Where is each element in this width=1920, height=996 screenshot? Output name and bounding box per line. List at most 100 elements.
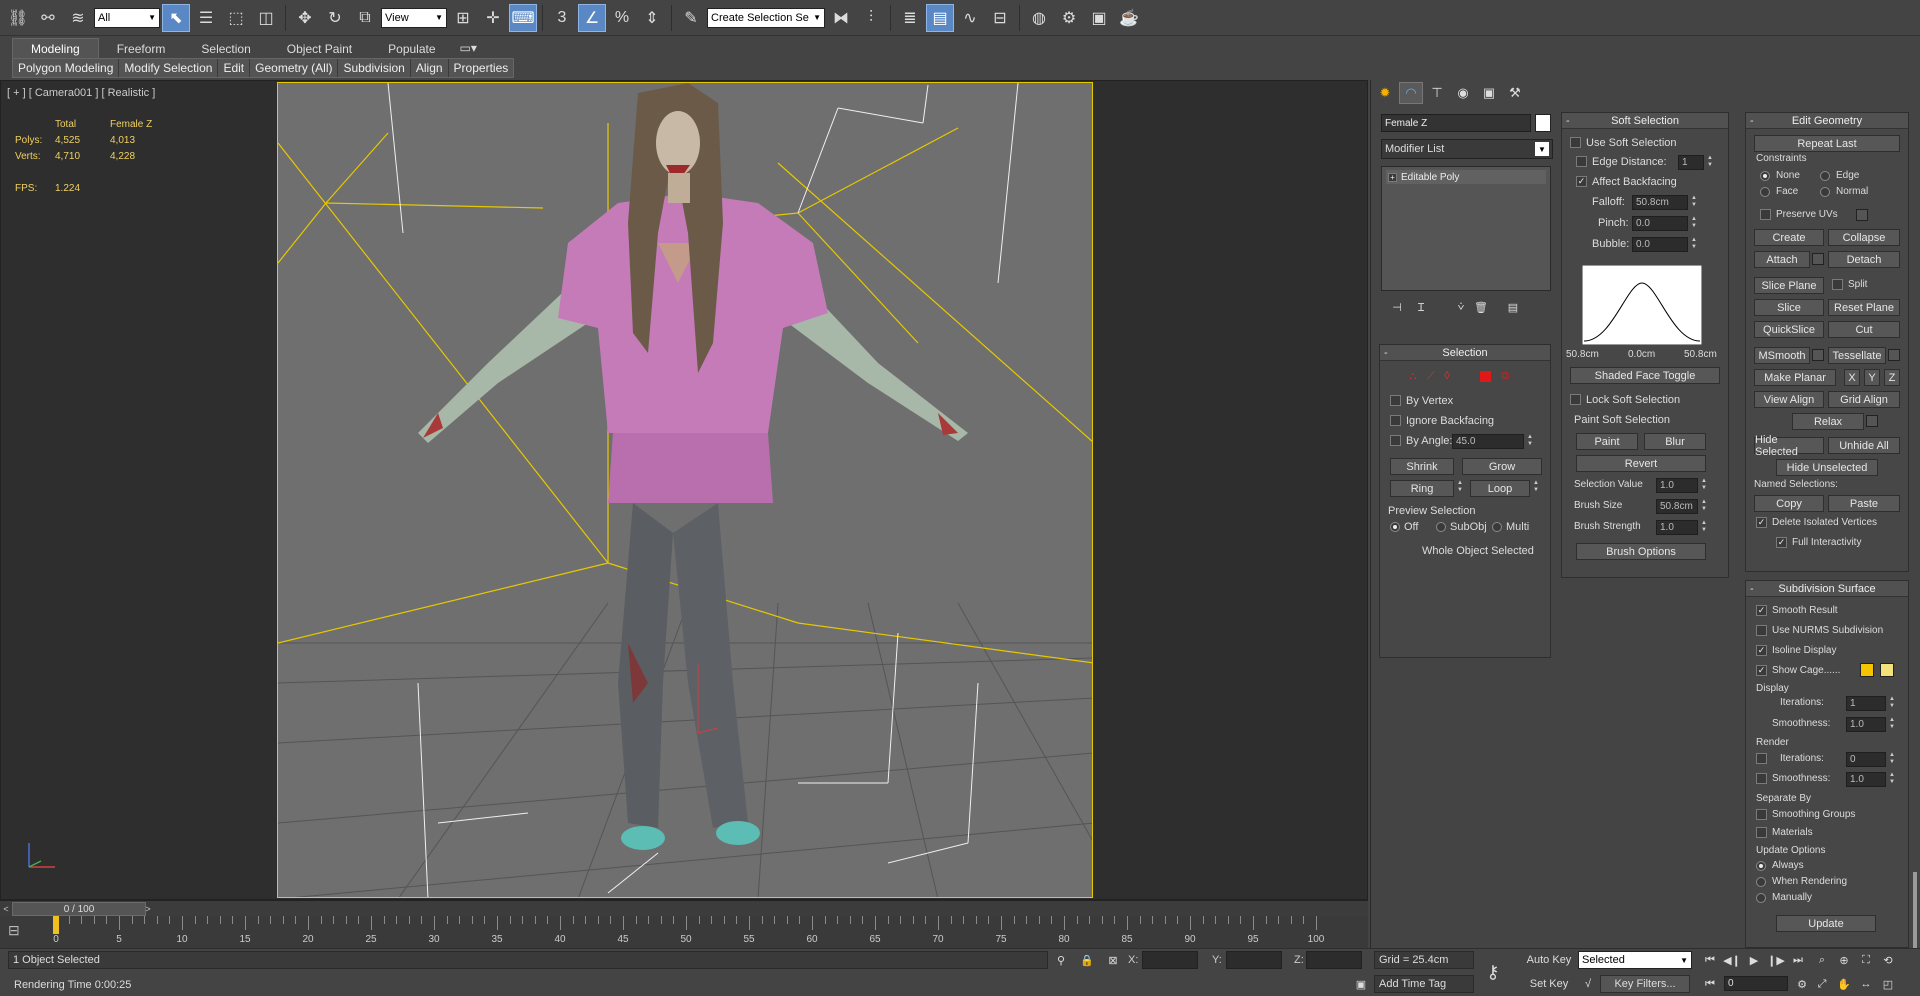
display-smoothness-input[interactable]: 1.0 <box>1846 717 1886 732</box>
tessellate-button[interactable]: Tessellate <box>1828 347 1886 364</box>
set-key-button[interactable]: Set Key <box>1524 975 1574 993</box>
selection-value-spinner-icon[interactable]: ▲ ▼ <box>1700 478 1708 493</box>
reset-plane-button[interactable]: Reset Plane <box>1828 299 1900 316</box>
utilities-tab-icon[interactable]: ⚒ <box>1503 82 1527 104</box>
ring-spinner-icon[interactable]: ▲ ▼ <box>1456 480 1464 495</box>
select-manipulate-icon[interactable]: ✛ <box>479 4 507 32</box>
modifier-list-dropdown[interactable]: Modifier List ▼ <box>1381 139 1553 159</box>
render-iterations-spinner-icon[interactable]: ▲ ▼ <box>1888 752 1896 767</box>
link-icon[interactable]: ⛓ <box>4 4 32 32</box>
polygon-mode-icon[interactable] <box>1478 367 1492 385</box>
orbit-icon[interactable]: ⟲ <box>1878 951 1898 969</box>
x-coord-input[interactable] <box>1142 951 1198 969</box>
edge-distance-spinner-icon[interactable]: ▲ ▼ <box>1706 155 1714 170</box>
preview-off-radio[interactable] <box>1390 522 1400 532</box>
add-time-tag-button[interactable]: Add Time Tag <box>1374 975 1474 993</box>
grow-button[interactable]: Grow <box>1462 458 1542 475</box>
ring-button[interactable]: Ring <box>1390 480 1454 497</box>
brush-size-input[interactable]: 50.8cm <box>1656 499 1698 514</box>
camera-viewport[interactable]: [ + ] [ Camera001 ] [ Realistic ] Total F… <box>0 80 1368 900</box>
field-of-view-icon[interactable]: ⤢ <box>1812 975 1832 993</box>
walk-through-icon[interactable]: ↔ <box>1856 975 1876 993</box>
display-iterations-spinner-icon[interactable]: ▲ ▼ <box>1888 696 1896 711</box>
cage-color-swatch-1[interactable] <box>1860 663 1874 677</box>
panel-align[interactable]: Align <box>411 59 449 77</box>
split-checkbox[interactable] <box>1832 279 1843 290</box>
percent-snap-icon[interactable]: % <box>608 4 636 32</box>
materials-checkbox[interactable] <box>1756 827 1767 838</box>
align-icon[interactable]: ⫶ <box>857 4 885 32</box>
shrink-button[interactable]: Shrink <box>1390 458 1454 475</box>
relax-button[interactable]: Relax <box>1792 413 1864 430</box>
render-production-icon[interactable]: ☕ <box>1115 4 1143 32</box>
cut-button[interactable]: Cut <box>1828 321 1900 338</box>
play-icon[interactable]: ▶ <box>1744 951 1764 969</box>
object-name-field[interactable]: Female Z <box>1381 114 1531 132</box>
msmooth-settings-icon[interactable] <box>1812 349 1824 361</box>
previous-key-icon[interactable]: ◀❙ <box>1722 951 1742 969</box>
zoom-icon[interactable]: ⌕ <box>1812 951 1832 969</box>
make-unique-icon[interactable]: ⩒ <box>1453 298 1469 316</box>
ribbon-options-icon[interactable]: ▭▾ <box>454 38 483 58</box>
motion-tab-icon[interactable]: ◉ <box>1451 82 1475 104</box>
render-smoothness-checkbox[interactable] <box>1756 773 1767 784</box>
lock-soft-selection-checkbox[interactable] <box>1570 394 1581 405</box>
panel-geometry-all[interactable]: Geometry (All) <box>250 59 339 77</box>
material-editor-icon[interactable]: ◍ <box>1025 4 1053 32</box>
panel-properties[interactable]: Properties <box>449 59 514 77</box>
msmooth-button[interactable]: MSmooth <box>1754 347 1810 364</box>
show-end-result-icon[interactable]: Ɪ <box>1413 298 1429 316</box>
smooth-result-checkbox[interactable]: ✓ <box>1756 605 1767 616</box>
create-button[interactable]: Create <box>1754 229 1824 246</box>
zoom-all-icon[interactable]: ⊕ <box>1834 951 1854 969</box>
absolute-mode-icon[interactable]: ⊠ <box>1104 951 1122 969</box>
rectangular-selection-icon[interactable]: ⬚ <box>222 4 250 32</box>
track-bar[interactable]: ⊟ 0 5 10 15 20 25 30 35 40 45 50 55 60 65 70 75 80 85 90 95… <box>0 916 1368 948</box>
vertex-mode-icon[interactable]: ∴ <box>1406 367 1420 385</box>
pan-icon[interactable]: ✋ <box>1834 975 1854 993</box>
maximize-viewport-icon[interactable]: ◰ <box>1878 975 1898 993</box>
constraint-face-radio[interactable] <box>1760 187 1770 197</box>
named-selection-dropdown[interactable]: Create Selection Se ▼ <box>707 7 825 28</box>
tab-populate[interactable]: Populate <box>370 39 453 58</box>
snaps-toggle-icon[interactable]: 3 <box>548 4 576 32</box>
select-move-icon[interactable]: ✥ <box>291 4 319 32</box>
isolate-selection-icon[interactable]: ⚲ <box>1052 951 1070 969</box>
panel-polygon-modeling[interactable]: Polygon Modeling <box>13 59 120 77</box>
bubble-input[interactable]: 0.0 <box>1632 237 1688 252</box>
modifier-stack[interactable]: + Editable Poly <box>1381 166 1551 291</box>
collapse-button[interactable]: Collapse <box>1828 229 1900 246</box>
reference-coordinate-dropdown[interactable]: View ▼ <box>381 7 447 28</box>
selection-rollout-header[interactable]: - Selection <box>1380 345 1550 361</box>
use-nurms-checkbox[interactable] <box>1756 625 1767 636</box>
create-tab-icon[interactable]: ✹ <box>1373 82 1397 104</box>
update-always-radio[interactable] <box>1756 861 1766 871</box>
render-setup-icon[interactable]: ⚙ <box>1055 4 1083 32</box>
loop-button[interactable]: Loop <box>1470 480 1530 497</box>
viewport-label[interactable]: [ + ] [ Camera001 ] [ Realistic ] <box>7 87 155 99</box>
relax-settings-icon[interactable] <box>1866 415 1878 427</box>
delete-isolated-checkbox[interactable]: ✓ <box>1756 517 1767 528</box>
preserve-uvs-settings-icon[interactable] <box>1856 209 1868 221</box>
cage-color-swatch-2[interactable] <box>1880 663 1894 677</box>
by-angle-input[interactable]: 45.0 <box>1452 434 1524 449</box>
element-mode-icon[interactable]: ⧉ <box>1498 367 1512 385</box>
full-interactivity-checkbox[interactable]: ✓ <box>1776 537 1787 548</box>
track-bar-menu-icon[interactable]: ⊟ <box>8 922 32 942</box>
update-button[interactable]: Update <box>1776 915 1876 932</box>
border-mode-icon[interactable]: ◊ <box>1440 367 1454 385</box>
rendered-frame-window-icon[interactable]: ▣ <box>1085 4 1113 32</box>
key-mode-toggle-icon[interactable]: ⏮ <box>1700 975 1720 993</box>
key-filters-button[interactable]: Key Filters... <box>1600 975 1690 993</box>
go-to-end-icon[interactable]: ⏭ <box>1788 951 1808 969</box>
detach-button[interactable]: Detach <box>1828 251 1900 268</box>
constraint-none-radio[interactable] <box>1760 171 1770 181</box>
pinch-input[interactable]: 0.0 <box>1632 216 1688 231</box>
hierarchy-tab-icon[interactable]: ⊤ <box>1425 82 1449 104</box>
time-slider[interactable]: < 0 / 100 > <box>0 900 1368 916</box>
render-iterations-input[interactable]: 0 <box>1846 752 1886 767</box>
modify-tab-icon[interactable]: ◠ <box>1399 82 1423 104</box>
repeat-last-button[interactable]: Repeat Last <box>1754 135 1900 152</box>
blur-button[interactable]: Blur <box>1644 433 1706 450</box>
select-by-name-icon[interactable]: ☰ <box>192 4 220 32</box>
